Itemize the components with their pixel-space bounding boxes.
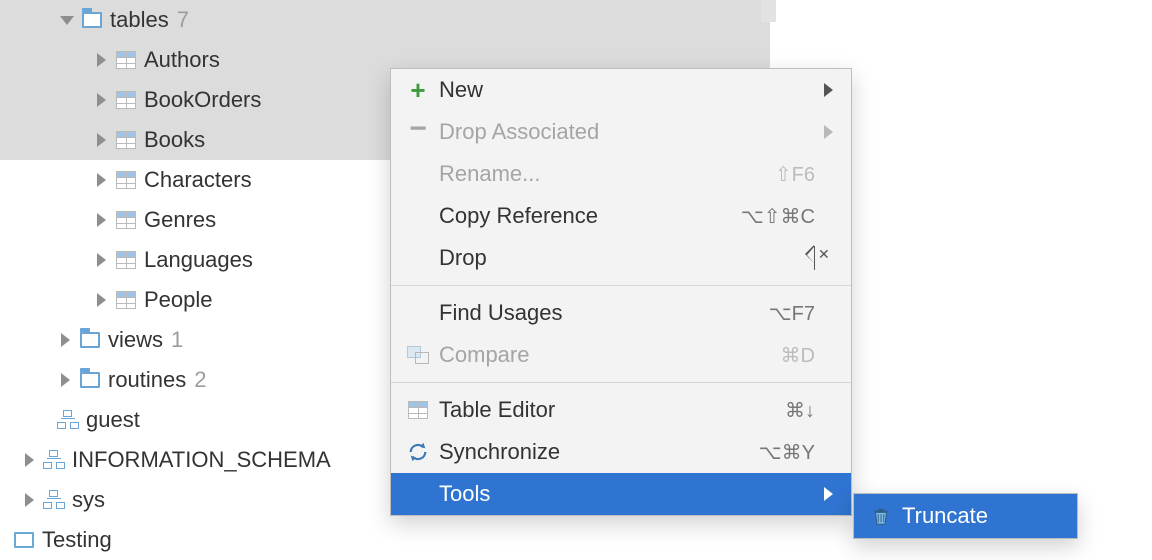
expand-icon[interactable] [90, 173, 112, 187]
folder-icon [76, 372, 104, 388]
menu-separator [391, 382, 851, 383]
expand-icon[interactable] [18, 493, 40, 507]
compare-icon [403, 346, 433, 364]
menu-label: Truncate [896, 503, 1059, 529]
schema-icon [54, 411, 82, 429]
menu-accel: ⇧F6 [775, 162, 815, 187]
tree-datasource[interactable]: Testing [0, 520, 770, 560]
folder-label: views [104, 327, 163, 353]
menu-label: Copy Reference [433, 203, 741, 229]
menu-label: Drop [433, 245, 814, 271]
table-icon [112, 131, 140, 149]
table-label: Books [140, 127, 205, 153]
table-icon [112, 51, 140, 69]
scrollbar[interactable] [761, 0, 776, 22]
expand-icon[interactable] [54, 373, 76, 387]
submenu-truncate[interactable]: Truncate [854, 494, 1077, 538]
menu-label: Rename... [433, 161, 775, 187]
table-icon [112, 91, 140, 109]
tools-submenu: Truncate [853, 493, 1078, 539]
table-icon [112, 211, 140, 229]
folder-count: 7 [169, 7, 189, 33]
schema-label: guest [82, 407, 140, 433]
menu-drop-associated: − Drop Associated [391, 111, 851, 153]
tree-folder-tables[interactable]: tables 7 [0, 0, 770, 40]
table-icon [112, 171, 140, 189]
folder-icon [78, 12, 106, 28]
expand-icon[interactable] [18, 453, 40, 467]
table-label: Languages [140, 247, 253, 273]
datasource-label: Testing [38, 527, 112, 553]
submenu-arrow-icon [815, 125, 833, 139]
expand-icon[interactable] [90, 53, 112, 67]
folder-icon [76, 332, 104, 348]
collapse-icon[interactable] [56, 16, 78, 25]
schema-icon [40, 491, 68, 509]
table-label: Authors [140, 47, 220, 73]
menu-accel: ⌘D [781, 343, 815, 368]
context-menu: + New − Drop Associated Rename... ⇧F6 Co… [390, 68, 852, 516]
expand-icon[interactable] [90, 213, 112, 227]
menu-synchronize[interactable]: Synchronize ⌥⌘Y [391, 431, 851, 473]
schema-label: INFORMATION_SCHEMA [68, 447, 331, 473]
expand-icon[interactable] [90, 253, 112, 267]
menu-copy-reference[interactable]: Copy Reference ⌥⇧⌘C [391, 195, 851, 237]
folder-label: tables [106, 7, 169, 33]
table-label: BookOrders [140, 87, 261, 113]
menu-tools[interactable]: Tools [391, 473, 851, 515]
menu-compare: Compare ⌘D [391, 334, 851, 376]
schema-label: sys [68, 487, 105, 513]
folder-count: 1 [163, 327, 183, 353]
table-label: Genres [140, 207, 216, 233]
submenu-arrow-icon [815, 83, 833, 97]
folder-count: 2 [186, 367, 206, 393]
table-icon [112, 291, 140, 309]
menu-rename: Rename... ⇧F6 [391, 153, 851, 195]
table-label: Characters [140, 167, 252, 193]
menu-accel: ⌥F7 [769, 301, 815, 326]
menu-drop[interactable]: Drop ✕ [391, 237, 851, 279]
table-icon [112, 251, 140, 269]
menu-new[interactable]: + New [391, 69, 851, 111]
menu-accel: ⌥⇧⌘C [741, 204, 815, 229]
menu-label: Compare [433, 342, 781, 368]
menu-label: Tools [433, 481, 815, 507]
menu-separator [391, 285, 851, 286]
menu-accel: ⌥⌘Y [759, 440, 815, 465]
menu-label: Drop Associated [433, 119, 815, 145]
menu-label: New [433, 77, 815, 103]
submenu-arrow-icon [815, 487, 833, 501]
datasource-icon [10, 532, 38, 548]
trash-icon [866, 505, 896, 527]
schema-icon [40, 451, 68, 469]
backspace-icon: ✕ [814, 247, 815, 270]
menu-label: Synchronize [433, 439, 759, 465]
menu-find-usages[interactable]: Find Usages ⌥F7 [391, 292, 851, 334]
menu-label: Table Editor [433, 397, 785, 423]
expand-icon[interactable] [90, 293, 112, 307]
table-icon [403, 401, 433, 419]
menu-label: Find Usages [433, 300, 769, 326]
expand-icon[interactable] [54, 333, 76, 347]
menu-accel: ⌘↓ [785, 398, 815, 423]
expand-icon[interactable] [90, 133, 112, 147]
folder-label: routines [104, 367, 186, 393]
menu-table-editor[interactable]: Table Editor ⌘↓ [391, 389, 851, 431]
sync-icon [403, 441, 433, 463]
expand-icon[interactable] [90, 93, 112, 107]
table-label: People [140, 287, 213, 313]
